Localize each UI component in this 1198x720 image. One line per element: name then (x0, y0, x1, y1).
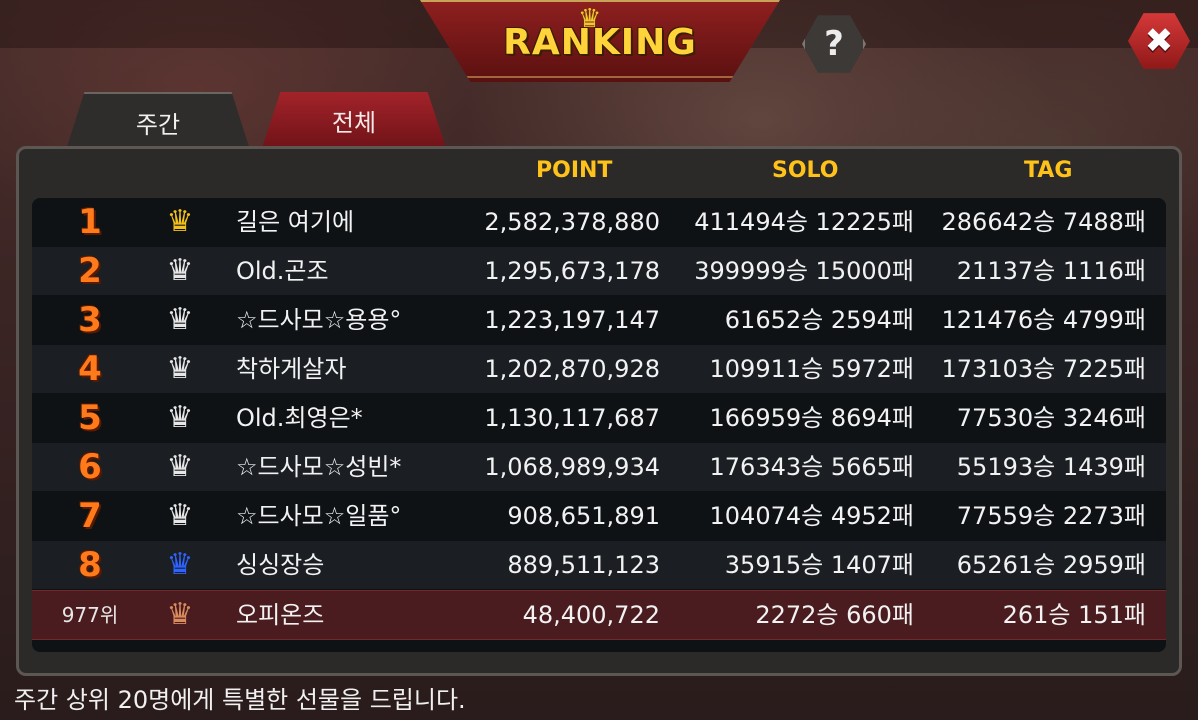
crown-icon: ♛ (166, 547, 194, 582)
crown-icon: ♛ (166, 400, 194, 435)
solo-record: 399999승 15000패 (694, 257, 914, 285)
player-name: 착하게살자 (236, 355, 347, 383)
ranking-row[interactable]: 3 ♛ ☆드사모☆용용° 1,223,197,147 61652승 2594패 12147… (32, 296, 1166, 344)
ranking-row[interactable]: 8 ♛ 싱싱장승 889,511,123 35915승 1407패 65261승 2959… (32, 541, 1166, 589)
tag-record: 261승 151패 (1002, 601, 1146, 629)
tab-all[interactable]: 전체 (262, 92, 446, 148)
player-name: ☆드사모☆일품° (236, 502, 402, 530)
rank-number: 977위 (61, 603, 119, 627)
solo-record: 176343승 5665패 (709, 453, 914, 481)
ranking-row[interactable]: 5 ♛ Old.최영은* 1,130,117,687 166959승 8694패 7753… (32, 394, 1166, 442)
point-value: 1,068,989,934 (484, 453, 660, 481)
ranking-row[interactable]: 4 ♛ 착하게살자 1,202,870,928 109911승 5972패 173103승… (32, 345, 1166, 393)
point-value: 48,400,722 (522, 601, 660, 629)
tag-record: 77530승 3246패 (956, 404, 1146, 432)
ranking-row[interactable]: 7 ♛ ☆드사모☆일품° 908,651,891 104074승 4952패 77559승… (32, 492, 1166, 540)
crown-icon: ♛ (166, 302, 194, 337)
crown-icon: ♛ (166, 204, 194, 239)
crown-icon: ♛ (166, 449, 194, 484)
tag-record: 21137승 1116패 (956, 257, 1146, 285)
player-name: ☆드사모☆성빈* (236, 453, 402, 481)
column-header-tag: TAG (1024, 158, 1073, 183)
crown-icon: ♛ (166, 253, 194, 288)
tab-weekly[interactable]: 주간 (66, 92, 250, 150)
ranking-row[interactable]: 2 ♛ Old.곤조 1,295,673,178 399999승 15000패 21137… (32, 247, 1166, 295)
page-title: RANKING (503, 22, 697, 63)
rank-number: 5 (78, 398, 102, 438)
ranking-row[interactable]: 1 ♛ 길은 여기에 2,582,378,880 411494승 12225패 28664… (32, 198, 1166, 246)
rank-number: 3 (78, 300, 102, 340)
rank-number: 8 (78, 545, 102, 585)
solo-record: 104074승 4952패 (709, 502, 914, 530)
rank-number: 6 (78, 447, 102, 487)
point-value: 1,130,117,687 (484, 404, 660, 432)
rank-number: 2 (78, 251, 102, 291)
column-header-solo: SOLO (772, 158, 839, 183)
question-icon: ? (824, 24, 844, 64)
footer-notice: 주간 상위 20명에게 특별한 선물을 드립니다. (14, 686, 466, 714)
point-value: 1,295,673,178 (484, 257, 660, 285)
point-value: 889,511,123 (507, 551, 660, 579)
solo-record: 2272승 660패 (755, 601, 914, 629)
tag-record: 77559승 2273패 (956, 502, 1146, 530)
player-name: 길은 여기에 (236, 208, 355, 236)
tag-record: 55193승 1439패 (956, 453, 1146, 481)
crown-icon: ♛ (166, 351, 194, 386)
player-name: 싱싱장승 (236, 551, 325, 579)
solo-record: 411494승 12225패 (694, 208, 914, 236)
tag-record: 121476승 4799패 (941, 306, 1146, 334)
tag-record: 65261승 2959패 (956, 551, 1146, 579)
solo-record: 35915승 1407패 (724, 551, 914, 579)
crown-icon: ♛ (166, 498, 194, 533)
ranking-list[interactable]: 1 ♛ 길은 여기에 2,582,378,880 411494승 12225패 28664… (32, 198, 1166, 652)
point-value: 2,582,378,880 (484, 208, 660, 236)
point-value: 1,223,197,147 (484, 306, 660, 334)
solo-record: 166959승 8694패 (709, 404, 914, 432)
rank-number: 7 (78, 496, 102, 536)
solo-record: 61652승 2594패 (724, 306, 914, 334)
my-rank-row[interactable]: 977위 ♛ 오피온즈 48,400,722 2272승 660패 261승 151패 (32, 590, 1166, 640)
player-name: ☆드사모☆용용° (236, 306, 402, 334)
point-value: 1,202,870,928 (484, 355, 660, 383)
tag-record: 286642승 7488패 (941, 208, 1146, 236)
close-icon: ✖ (1144, 21, 1174, 61)
column-header-point: POINT (536, 158, 613, 183)
ranking-row[interactable]: 6 ♛ ☆드사모☆성빈* 1,068,989,934 176343승 5665패 5519… (32, 443, 1166, 491)
rank-number: 4 (78, 349, 102, 389)
player-name: 오피온즈 (236, 601, 325, 629)
crown-icon: ♛ (166, 597, 194, 632)
player-name: Old.곤조 (236, 257, 329, 285)
player-name: Old.최영은* (236, 404, 363, 432)
point-value: 908,651,891 (507, 502, 660, 530)
rank-number: 1 (78, 202, 102, 242)
tag-record: 173103승 7225패 (941, 355, 1146, 383)
solo-record: 109911승 5972패 (709, 355, 914, 383)
